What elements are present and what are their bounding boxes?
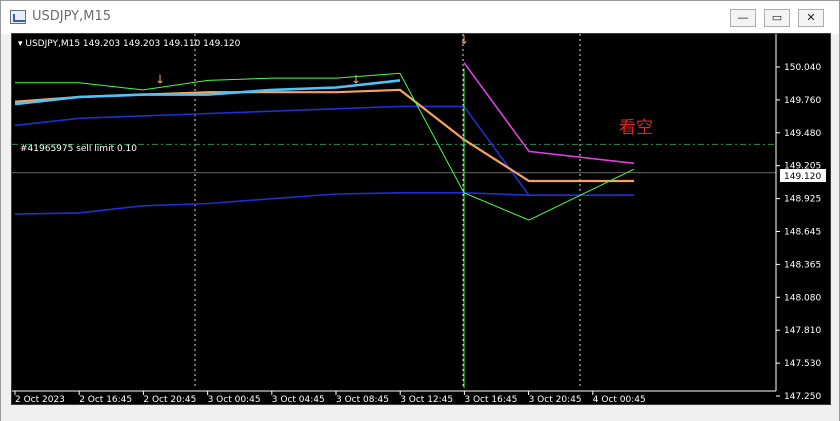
- price-tick-label: 147.530: [784, 359, 821, 369]
- time-tick-label: 4 Oct 00:45: [593, 395, 646, 405]
- close-button[interactable]: ✕: [798, 9, 824, 27]
- current-price-label: 149.120: [784, 172, 821, 182]
- axis-layer: 150.040149.760149.480149.205148.925148.6…: [12, 34, 821, 405]
- price-tick-label: 150.040: [784, 63, 821, 73]
- chart-window-icon: [10, 10, 26, 24]
- time-tick-label: 3 Oct 00:45: [208, 395, 261, 405]
- chart-canvas[interactable]: ↓↓ ↓ 150.040149.760149.480149.205148.9251…: [12, 34, 831, 405]
- orange-indicator-line: [14, 88, 634, 183]
- time-tick-label: 2 Oct 16:45: [79, 395, 132, 405]
- time-tick-label: 3 Oct 04:45: [272, 395, 325, 405]
- price-tick-label: 149.760: [784, 96, 821, 106]
- magenta-indicator-line: [463, 62, 635, 165]
- maximize-button[interactable]: ▭: [764, 9, 790, 27]
- time-tick-label: 3 Oct 20:45: [529, 395, 582, 405]
- time-tick-label: 3 Oct 16:45: [464, 395, 517, 405]
- price-tick-label: 148.925: [784, 195, 821, 205]
- order-label[interactable]: #41965975 sell limit 0.10: [20, 144, 137, 154]
- price-chart[interactable]: ↓ ↓ ↓ 150.040 149.760 149.480 149.205 148.925 1…: [11, 33, 831, 405]
- time-tick-label: 2 Oct 2023: [15, 395, 65, 405]
- window-title: USDJPY,M15: [32, 9, 111, 24]
- title-bar[interactable]: USDJPY,M15 — ▭ ✕: [1, 1, 839, 34]
- time-tick-label: 2 Oct 20:45: [143, 395, 196, 405]
- price-tick-label: 148.080: [784, 293, 821, 303]
- symbol-header: ▾ USDJPY,M15 149.203 149.203 149.110 149…: [18, 39, 241, 49]
- price-tick-label: 147.810: [784, 326, 821, 336]
- signal-arrow-icon: ↓: [155, 72, 165, 86]
- price-tick-label: 149.480: [784, 129, 821, 139]
- grid-layer: [12, 34, 776, 389]
- price-tick-label: 148.645: [784, 228, 821, 238]
- annotation-text: 看空: [619, 118, 653, 138]
- signal-arrow-icon: ↓: [459, 34, 469, 47]
- minimize-button[interactable]: —: [730, 9, 756, 27]
- price-tick-label: 147.250: [784, 392, 821, 402]
- time-tick-label: 3 Oct 08:45: [336, 395, 389, 405]
- time-tick-label: 3 Oct 12:45: [400, 395, 453, 405]
- chart-window: USDJPY,M15 — ▭ ✕ ↓ ↓ ↓ 150.040 149.760 149.4…: [0, 0, 840, 421]
- status-bar: [1, 405, 839, 421]
- price-tick-label: 148.365: [784, 260, 821, 270]
- plot-layer: ↓ ↓ ↓: [14, 34, 635, 389]
- signal-arrow-icon: ↓: [351, 72, 361, 86]
